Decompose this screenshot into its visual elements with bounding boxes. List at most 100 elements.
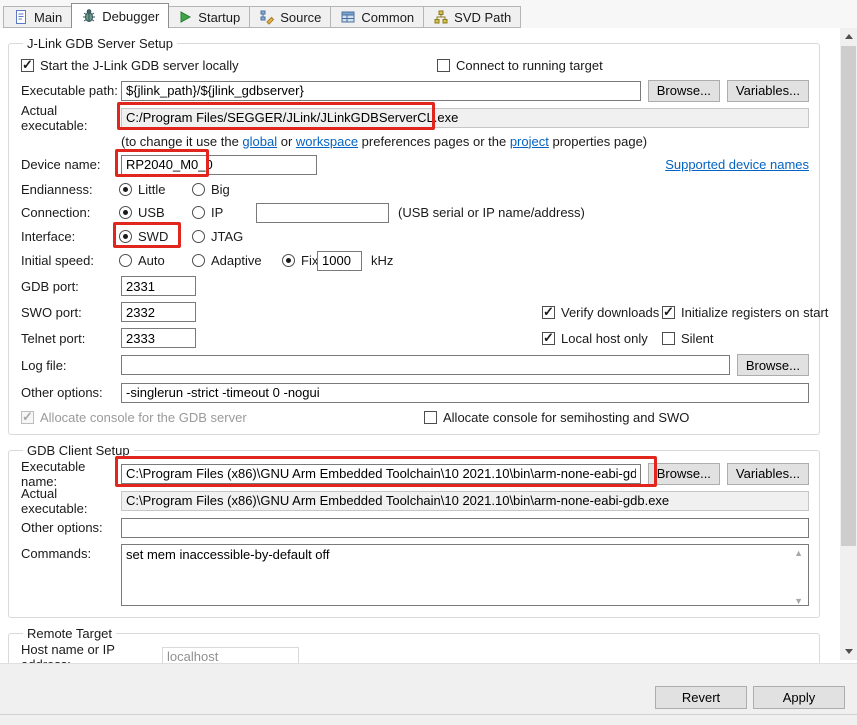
client-setup-group: GDB Client Setup Executable name: Browse… (8, 443, 820, 618)
client-actual-executable-value (121, 491, 809, 511)
swo-port-label: SWO port: (21, 305, 121, 320)
endianness-big-radio[interactable]: Big (192, 182, 230, 197)
project-link[interactable]: project (510, 134, 549, 149)
local-host-only-checkbox[interactable]: Local host only (542, 331, 648, 346)
tab-common-label: Common (361, 10, 414, 25)
actual-executable-label: Actual executable: (21, 103, 121, 133)
gdb-port-input[interactable] (121, 276, 196, 296)
connect-running-target-checkbox[interactable]: Connect to running target (437, 58, 603, 73)
client-browse-button[interactable]: Browse... (648, 463, 720, 485)
host-name-input (162, 647, 299, 664)
initial-speed-label: Initial speed: (21, 253, 121, 268)
tab-debugger-label: Debugger (102, 9, 159, 24)
document-icon (13, 9, 29, 25)
radio-icon (192, 230, 205, 243)
checkbox-icon (424, 411, 437, 424)
connection-note: (USB serial or IP name/address) (398, 205, 585, 220)
remote-target-group: Remote Target Host name or IP address: (8, 626, 820, 663)
revert-button[interactable]: Revert (655, 686, 747, 709)
server-other-options-label: Other options: (21, 385, 121, 400)
tab-main[interactable]: Main (3, 6, 72, 28)
interface-jtag-radio[interactable]: JTAG (192, 229, 243, 244)
tab-svd-path-label: SVD Path (454, 10, 511, 25)
bug-icon (81, 8, 97, 24)
connection-address-input[interactable] (256, 203, 389, 223)
vertical-scrollbar[interactable] (840, 28, 857, 660)
log-file-browse-button[interactable]: Browse... (737, 354, 809, 376)
allocate-console-gdb-checkbox: Allocate console for the GDB server (21, 410, 247, 425)
tab-main-label: Main (34, 10, 62, 25)
tab-source[interactable]: Source (250, 6, 331, 28)
checkbox-icon (662, 306, 675, 319)
scroll-up-icon[interactable] (840, 28, 857, 45)
tab-svd-path[interactable]: SVD Path (424, 6, 521, 28)
textarea-scroll-down-icon[interactable]: ▼ (794, 597, 803, 606)
device-name-label: Device name: (21, 157, 121, 172)
source-icon (259, 9, 275, 25)
apply-button[interactable]: Apply (753, 686, 845, 709)
speed-adaptive-radio[interactable]: Adaptive (192, 253, 262, 268)
log-file-input[interactable] (121, 355, 730, 375)
swo-port-input[interactable] (121, 302, 196, 322)
checkbox-icon (21, 411, 34, 424)
client-variables-button[interactable]: Variables... (727, 463, 809, 485)
connection-usb-radio[interactable]: USB (119, 205, 165, 220)
radio-icon (192, 254, 205, 267)
commands-textarea[interactable]: set mem inaccessible-by-default off (121, 544, 809, 606)
scrollbar-thumb[interactable] (841, 46, 856, 546)
speed-value-input[interactable] (317, 251, 362, 271)
workspace-link[interactable]: workspace (296, 134, 358, 149)
connection-label: Connection: (21, 205, 121, 220)
tab-source-label: Source (280, 10, 321, 25)
endianness-little-radio[interactable]: Little (119, 182, 165, 197)
play-icon (177, 9, 193, 25)
endianness-label: Endianness: (21, 182, 121, 197)
checkbox-icon (21, 59, 34, 72)
device-name-input[interactable] (121, 155, 317, 175)
server-variables-button[interactable]: Variables... (727, 80, 809, 102)
radio-icon (119, 230, 132, 243)
table-icon (340, 9, 356, 25)
start-server-locally-checkbox[interactable]: Start the J-Link GDB server locally (21, 58, 239, 73)
tab-debugger[interactable]: Debugger (71, 3, 169, 28)
tab-bar: Main Debugger Startup Source Common SVD … (0, 0, 857, 28)
client-other-options-input[interactable] (121, 518, 809, 538)
server-browse-button[interactable]: Browse... (648, 80, 720, 102)
checkbox-icon (542, 332, 555, 345)
radio-icon (192, 183, 205, 196)
log-file-label: Log file: (21, 358, 121, 373)
scroll-down-icon[interactable] (840, 643, 857, 660)
init-registers-checkbox[interactable]: Initialize registers on start (662, 305, 828, 320)
telnet-port-label: Telnet port: (21, 331, 121, 346)
remote-target-title: Remote Target (23, 626, 116, 641)
start-server-locally-label: Start the J-Link GDB server locally (40, 58, 239, 73)
supported-device-names-link[interactable]: Supported device names (665, 157, 809, 172)
client-actual-executable-label: Actual executable: (21, 486, 121, 516)
commands-label: Commands: (21, 544, 121, 561)
checkbox-icon (437, 59, 450, 72)
client-executable-name-input[interactable] (121, 464, 641, 484)
footer-divider (0, 714, 857, 715)
tab-startup[interactable]: Startup (168, 6, 250, 28)
client-setup-title: GDB Client Setup (23, 443, 134, 458)
connection-ip-radio[interactable]: IP (192, 205, 223, 220)
connect-running-target-label: Connect to running target (456, 58, 603, 73)
gdb-port-label: GDB port: (21, 279, 121, 294)
speed-auto-radio[interactable]: Auto (119, 253, 165, 268)
executable-path-input[interactable] (121, 81, 641, 101)
server-other-options-input[interactable] (121, 383, 809, 403)
interface-swd-radio[interactable]: SWD (119, 229, 168, 244)
tab-startup-label: Startup (198, 10, 240, 25)
global-link[interactable]: global (242, 134, 277, 149)
telnet-port-input[interactable] (121, 328, 196, 348)
change-note: (to change it use the global or workspac… (121, 134, 647, 149)
server-setup-group: J-Link GDB Server Setup Start the J-Link… (8, 36, 820, 435)
hierarchy-icon (433, 9, 449, 25)
allocate-console-semihosting-checkbox[interactable]: Allocate console for semihosting and SWO (424, 410, 689, 425)
radio-icon (119, 206, 132, 219)
verify-downloads-checkbox[interactable]: Verify downloads (542, 305, 659, 320)
textarea-scroll-up-icon[interactable]: ▲ (794, 549, 803, 558)
tab-common[interactable]: Common (331, 6, 424, 28)
checkbox-icon (662, 332, 675, 345)
silent-checkbox[interactable]: Silent (662, 331, 714, 346)
